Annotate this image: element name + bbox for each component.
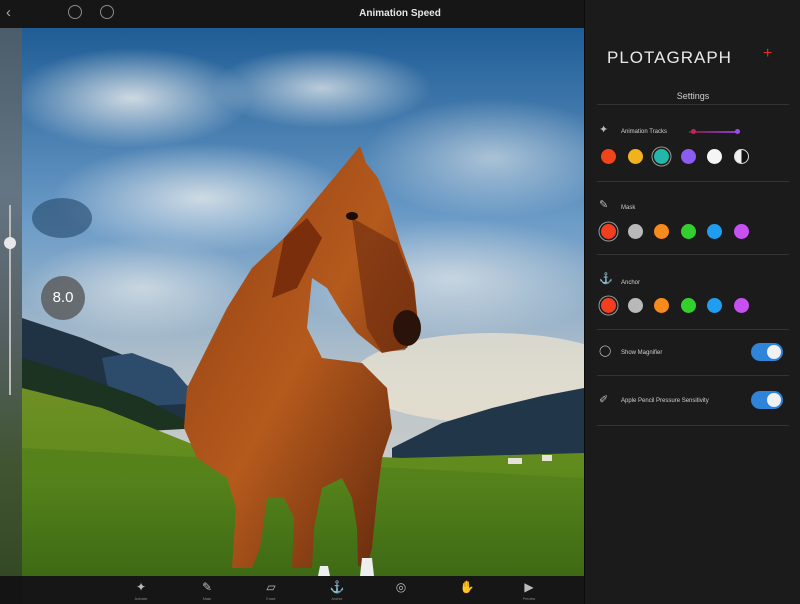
photo-canvas[interactable] [22,28,584,576]
magnifier-icon: ◯ [599,345,612,357]
divider [597,375,789,376]
mask-color-swatch-0[interactable] [601,224,616,239]
anchor-color-swatch-0[interactable] [601,298,616,313]
animation-tracks-color-swatch-2[interactable] [654,149,669,164]
brand-logo: PLOTAGRAPH [607,48,732,67]
select-tool-button[interactable]: ◎ [392,578,410,596]
animate-tool-button[interactable]: ✦ [132,578,150,596]
animation-tracks-color-swatch-5[interactable] [733,149,749,164]
show-magnifier-toggle[interactable] [751,343,783,361]
divider [597,254,789,255]
brush-icon: ✎ [599,199,609,211]
divider [597,425,789,426]
divider [597,181,789,182]
divider [597,329,789,330]
anchor-color-swatch-2[interactable] [654,298,669,313]
anchor-color-swatch-3[interactable] [680,298,696,313]
mask-color-swatch-1[interactable] [627,224,643,239]
brand-plus: + [763,45,773,62]
speed-slider-knob[interactable] [4,237,16,249]
animate-tool-label: Animate [134,597,148,601]
anchor-tool-label: Anchor [331,597,343,601]
preview-tool-label: Preview [522,597,536,601]
track-color-slider[interactable] [689,131,737,133]
pencil-icon: ✐ [599,394,609,406]
anchor-icon: ⚓ [599,273,613,285]
animation-tracks-color-swatch-1[interactable] [627,149,643,164]
anchor-tool-button[interactable]: ⚓ [328,578,346,596]
speed-value-badge: 8.0 [41,276,85,320]
settings-panel: PLOTAGRAPH + Settings ✦ Animation Tracks… [584,0,800,604]
animation-tracks-label: Animation Tracks [621,129,668,135]
mask-color-swatch-2[interactable] [654,224,669,239]
mask-tool-label: Mask [202,597,212,601]
mask-color-swatch-5[interactable] [733,224,749,239]
pencil-pressure-label: Apple Pencil Pressure Sensitivity [621,398,709,404]
animation-tracks-color-swatch-3[interactable] [680,149,696,164]
anchor-label: Anchor [621,280,641,286]
track-slider-end [735,129,740,134]
animation-tracks-color-swatch-0[interactable] [601,149,616,164]
mask-tool-button[interactable]: ✎ [198,578,216,596]
speed-strip [0,28,22,576]
anchor-color-swatch-1[interactable] [627,298,643,313]
anchor-color-swatch-5[interactable] [733,298,749,313]
erase-tool-label: Erase [266,597,276,601]
preview-tool-button[interactable]: ▶ [520,578,538,596]
erase-tool-button[interactable]: ▱ [262,578,280,596]
pan-tool-button[interactable]: ✋ [458,578,476,596]
animation-tracks-color-swatch-4[interactable] [707,149,722,164]
pencil-pressure-toggle[interactable] [751,391,783,409]
speed-slider-track[interactable] [9,205,11,395]
divider [597,104,789,105]
track-slider-start [691,129,696,134]
mask-label: Mask [621,205,636,211]
settings-heading: Settings [676,91,710,101]
wand-icon: ✦ [599,124,609,136]
anchor-color-swatch-4[interactable] [707,298,722,313]
bottom-toolbar: ✦ Animate ✎ Mask ▱ Erase ⚓ Anchor ◎ ✋ ▶ Preview [22,576,584,604]
mask-color-swatch-3[interactable] [680,224,696,239]
mask-color-swatch-4[interactable] [707,224,722,239]
show-magnifier-label: Show Magnifier [621,350,663,356]
